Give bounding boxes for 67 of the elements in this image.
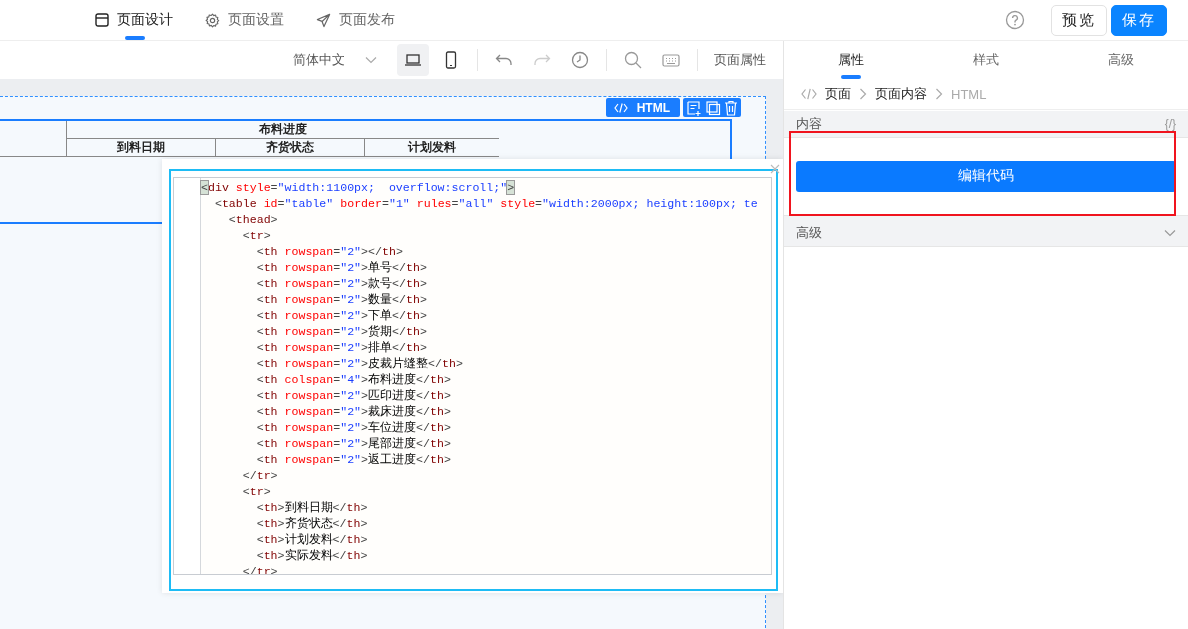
chevron-down-icon	[365, 56, 377, 64]
undo-icon	[495, 53, 513, 67]
code-line: </tr>	[241, 468, 279, 484]
code-line: <tr>	[241, 228, 272, 244]
code-line: <th rowspan="2">单号</th>	[255, 260, 428, 276]
component-tag[interactable]: HTML	[605, 98, 680, 117]
help-icon[interactable]	[1005, 10, 1025, 30]
code-line: <th rowspan="2">款号</th>	[255, 276, 428, 292]
save-button[interactable]: 保存	[1111, 4, 1167, 36]
close-icon[interactable]	[770, 164, 780, 174]
code-line: <th>实际发料</th>	[255, 548, 369, 564]
add-icon[interactable]	[686, 99, 702, 116]
code-line: <div style="width:1100px; overflow:scroll;">	[201, 180, 516, 196]
clock-icon	[571, 51, 589, 69]
panel-tab[interactable]: 样式	[918, 41, 1054, 79]
breadcrumb-item[interactable]: 页面内容	[875, 85, 927, 103]
table-header: 计划发料	[364, 138, 499, 157]
edit-code-button[interactable]: 编辑代码	[796, 160, 1176, 192]
panel-tab[interactable]: 属性	[784, 41, 919, 79]
code-line: <th rowspan="2">裁床进度</th>	[255, 404, 452, 420]
paper-plane-icon	[316, 12, 331, 28]
code-line: <th rowspan="2"></th>	[255, 244, 404, 260]
section-title: 内容	[796, 115, 822, 133]
chevron-right-icon	[859, 88, 867, 100]
code-line: <table id="table" border="1" rules="all" style="width:2000px; height:100px; te	[213, 196, 759, 212]
laptop-icon	[404, 53, 422, 67]
code-line: <th rowspan="2">数量</th>	[255, 292, 428, 308]
nav-tab[interactable]: 页面发布	[316, 0, 395, 40]
panel-tab[interactable]: 高级	[1053, 41, 1188, 79]
code-line: <th>计划发料</th>	[255, 532, 369, 548]
language-select[interactable]: 简体中文	[293, 51, 377, 69]
code-line: <thead>	[227, 212, 279, 228]
code-line: <th rowspan="2">货期</th>	[255, 324, 428, 340]
breadcrumb-item[interactable]: 页面	[825, 85, 851, 103]
collapsible-section-header[interactable]: 高级	[784, 215, 1188, 247]
nav-tab[interactable]: 页面设计	[95, 0, 173, 40]
copy-icon[interactable]	[705, 99, 721, 116]
table-header: 齐货状态	[215, 138, 365, 157]
redo-icon	[533, 53, 551, 67]
laptop-button[interactable]	[397, 44, 429, 76]
breadcrumb-item: HTML	[951, 86, 987, 102]
page-properties-link[interactable]: 页面属性	[714, 51, 766, 69]
code-icon	[613, 102, 628, 113]
delete-icon[interactable]	[724, 99, 738, 116]
code-line: <th rowspan="2">下单</th>	[255, 308, 428, 324]
table-header: 到料日期	[66, 138, 216, 157]
chevron-down-icon	[1164, 229, 1176, 237]
code-line: <th rowspan="2">皮裁片缝整</th>	[255, 356, 464, 372]
nav-tab[interactable]: 页面设置	[205, 0, 284, 40]
code-icon	[801, 88, 817, 100]
code-line: <th rowspan="2">排单</th>	[255, 340, 428, 356]
search-icon	[624, 51, 642, 69]
table-header: 布料进度	[66, 121, 499, 139]
code-line: <th>到料日期</th>	[255, 500, 369, 516]
code-line: <tr>	[241, 484, 272, 500]
code-line: <th colspan="4">布料进度</th>	[255, 372, 452, 388]
code-line: <th>齐货状态</th>	[255, 516, 369, 532]
window-icon	[95, 13, 109, 27]
code-line: <th rowspan="2">车位进度</th>	[255, 420, 452, 436]
phone-icon	[445, 51, 457, 69]
code-line: <th rowspan="2">返工进度</th>	[255, 452, 452, 468]
settings-icon	[205, 12, 220, 28]
code-line: <th rowspan="2">尾部进度</th>	[255, 436, 452, 452]
code-line: <th rowspan="2">匹印进度</th>	[255, 388, 452, 404]
chevron-right-icon	[935, 88, 943, 100]
preview-button[interactable]: 预览	[1051, 4, 1107, 36]
keyboard-icon	[662, 53, 680, 67]
